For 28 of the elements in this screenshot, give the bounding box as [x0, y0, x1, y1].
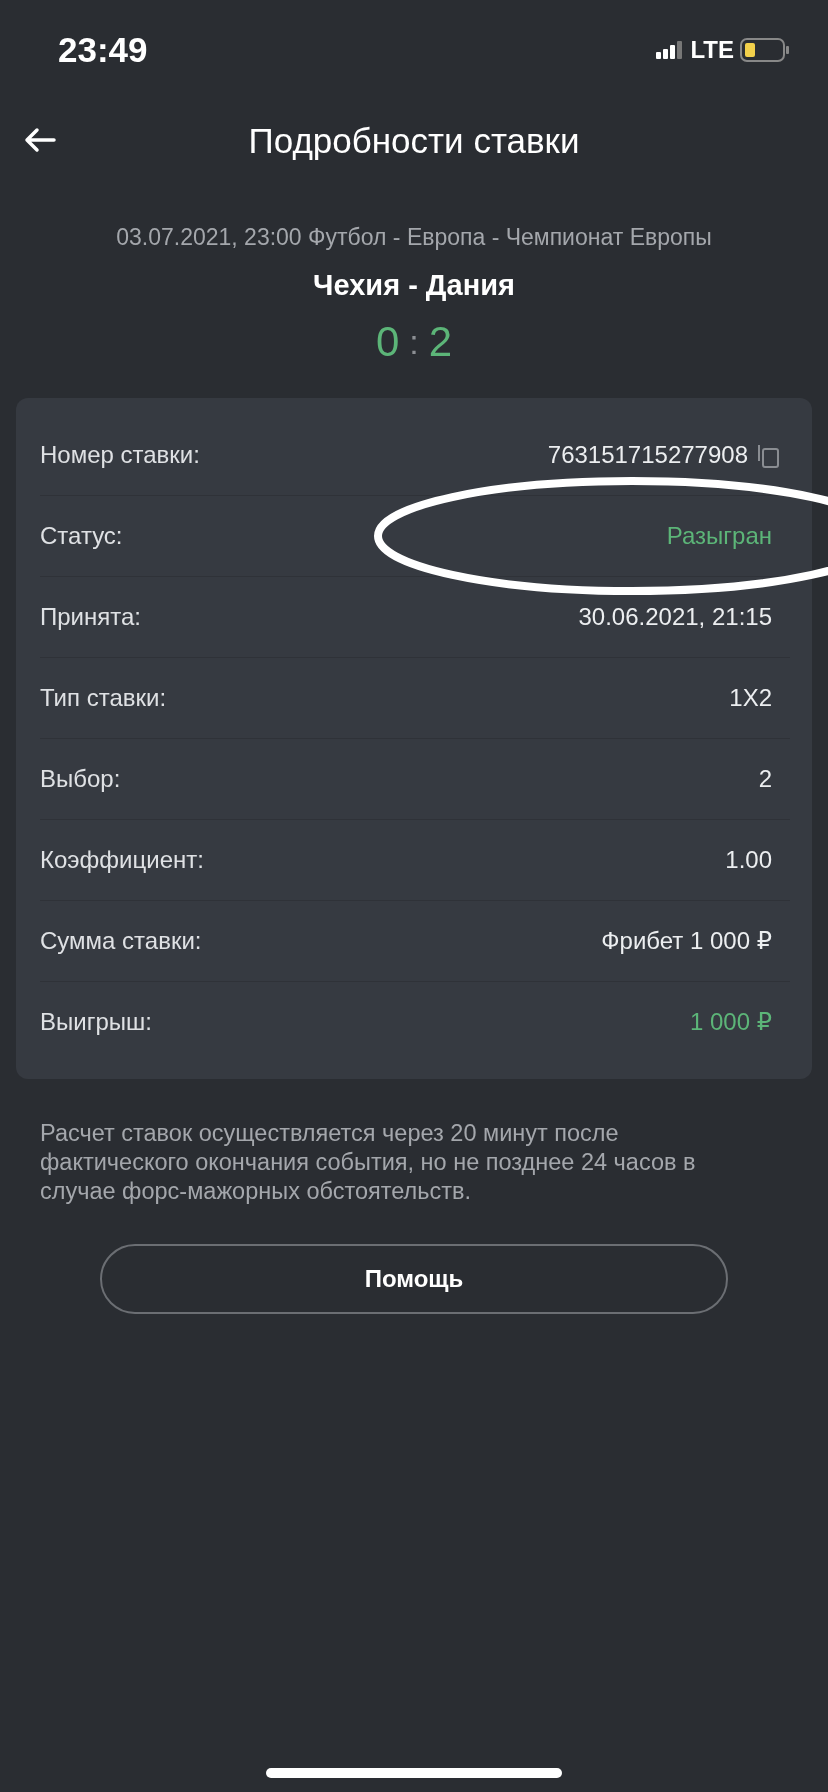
away-score: 2 — [428, 318, 453, 366]
help-button[interactable]: Помощь — [100, 1244, 728, 1314]
signal-icon — [656, 41, 685, 59]
detail-label: Принята: — [40, 603, 141, 631]
detail-value: 1 000 ₽ — [690, 1008, 772, 1036]
detail-value: Фрибет 1 000 ₽ — [601, 927, 772, 955]
network-type: LTE — [690, 36, 734, 64]
detail-value: 2 — [758, 765, 772, 793]
detail-value: 1.00 — [725, 846, 772, 874]
detail-label: Выбор: — [40, 765, 121, 793]
detail-label: Тип ставки: — [40, 684, 167, 712]
detail-label: Коэффициент: — [40, 846, 204, 874]
score-separator: : — [409, 322, 419, 362]
detail-value: Разыгран — [666, 522, 772, 550]
detail-value: 763151715277908 — [547, 441, 748, 469]
detail-label: Статус: — [40, 522, 123, 550]
detail-label: Номер ставки: — [40, 441, 200, 469]
settlement-note: Расчет ставок осуществляется через 20 минут после фактического окончания события, но не позднее 24 часов в случае форс-мажорных обстоятельств. — [39, 1119, 697, 1206]
clock-time: 23:49 — [58, 30, 148, 70]
detail-label: Выигрыш: — [40, 1008, 152, 1036]
page-title: Подробности ставки — [248, 121, 580, 161]
detail-value: 1X2 — [729, 684, 772, 712]
detail-value: 30.06.2021, 21:15 — [578, 603, 772, 631]
home-score: 0 — [375, 318, 400, 366]
event-info: 03.07.2021, 23:00 Футбол - Европа - Чемпионат Европы — [116, 224, 712, 251]
battery-icon — [740, 38, 790, 62]
match-teams: Чехия - Дания — [313, 269, 515, 302]
detail-label: Сумма ставки: — [40, 927, 202, 955]
